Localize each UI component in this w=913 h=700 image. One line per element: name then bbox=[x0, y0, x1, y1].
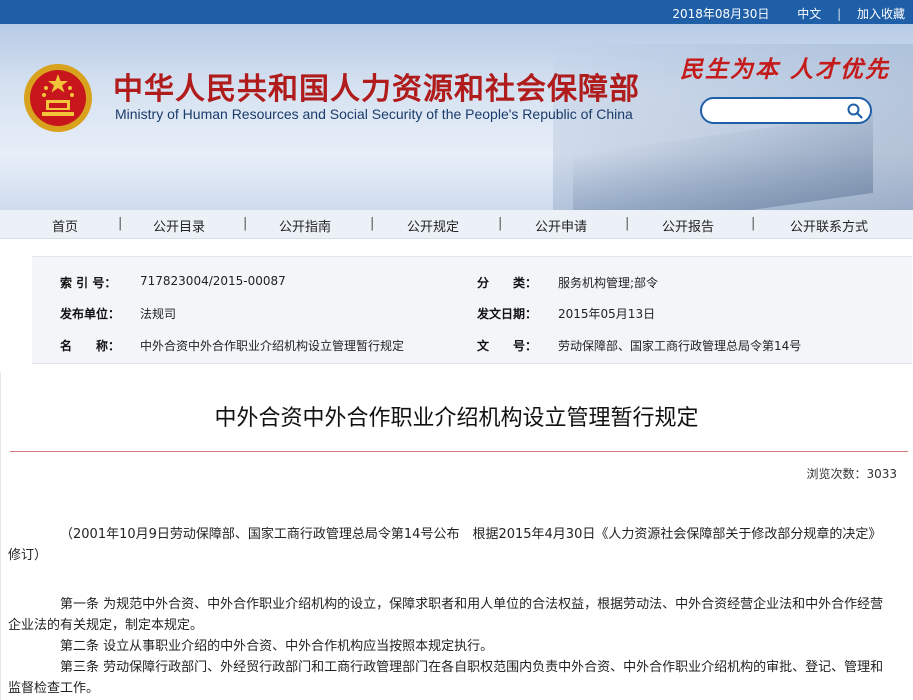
nav-guide[interactable]: 公开指南 bbox=[279, 216, 331, 235]
main-nav: 首页 | 公开目录 | 公开指南 | 公开规定 | 公开申请 | 公开报告 | … bbox=[0, 210, 913, 239]
nav-separator: | bbox=[118, 216, 123, 231]
name-label: 名 称： bbox=[60, 339, 121, 353]
index-value: 717823004/2015-00087 bbox=[140, 274, 286, 288]
article-paragraph: （2001年10月9日劳动保障部、国家工商行政管理总局令第14号公布 根据201… bbox=[8, 527, 882, 563]
docno-label: 文 号： bbox=[477, 339, 538, 353]
top-bar: 2018年08月30日 中文 | 加入收藏 bbox=[0, 0, 913, 24]
nav-separator: | bbox=[625, 216, 630, 231]
top-separator: | bbox=[837, 7, 842, 21]
date-value: 2015年05月13日 bbox=[558, 307, 656, 321]
article-paragraph: 第二条 设立从事职业介绍的中外合资、中外合作机构应当按照本规定执行。 bbox=[60, 639, 494, 654]
nav-report[interactable]: 公开报告 bbox=[662, 216, 714, 235]
document-metadata: 索 引 号： 717823004/2015-00087 分 类： 服务机构管理;… bbox=[32, 256, 912, 364]
date-label: 发文日期： bbox=[477, 307, 538, 321]
nav-home[interactable]: 首页 bbox=[52, 216, 78, 235]
publisher-value: 法规司 bbox=[140, 307, 177, 321]
search-box bbox=[700, 97, 872, 124]
publisher-label: 发布单位： bbox=[60, 307, 121, 321]
nav-contact[interactable]: 公开联系方式 bbox=[790, 216, 868, 235]
nav-separator: | bbox=[243, 216, 248, 231]
search-input[interactable] bbox=[712, 102, 846, 122]
document-title: 中外合资中外合作职业介绍机构设立管理暂行规定 bbox=[214, 406, 699, 431]
article-paragraph: 第一条 为规范中外合资、中外合作职业介绍机构的设立，保障求职者和用人单位的合法权… bbox=[8, 597, 884, 633]
ministry-title-cn: 中华人民共和国人力资源和社会保障部 bbox=[113, 72, 640, 107]
ministry-title-en: Ministry of Human Resources and Social S… bbox=[115, 106, 633, 122]
current-date: 2018年08月30日 bbox=[672, 7, 770, 21]
name-value: 中外合资中外合作职业介绍机构设立管理暂行规定 bbox=[140, 339, 405, 353]
view-count: 浏览次数：3033 bbox=[806, 467, 897, 481]
nav-separator: | bbox=[498, 216, 503, 231]
national-emblem-icon bbox=[24, 64, 92, 132]
nav-rules[interactable]: 公开规定 bbox=[407, 216, 459, 235]
article-paragraph: 第三条 劳动保障行政部门、外经贸行政部门和工商行政管理部门在各自职权范围内负责中… bbox=[8, 660, 884, 696]
nav-separator: | bbox=[370, 216, 375, 231]
title-divider bbox=[10, 451, 908, 452]
index-label: 索 引 号： bbox=[60, 276, 117, 290]
category-label: 分 类： bbox=[477, 276, 538, 290]
nav-catalog[interactable]: 公开目录 bbox=[153, 216, 205, 235]
nav-separator: | bbox=[751, 216, 756, 231]
category-value: 服务机构管理;部令 bbox=[558, 276, 659, 290]
docno-value: 劳动保障部、国家工商行政管理总局令第14号 bbox=[558, 339, 802, 353]
slogan: 民生为本 人才优先 bbox=[680, 56, 891, 83]
language-link[interactable]: 中文 bbox=[797, 7, 821, 21]
add-favorite-link[interactable]: 加入收藏 bbox=[857, 7, 905, 21]
nav-application[interactable]: 公开申请 bbox=[535, 216, 587, 235]
search-icon[interactable] bbox=[846, 102, 864, 120]
